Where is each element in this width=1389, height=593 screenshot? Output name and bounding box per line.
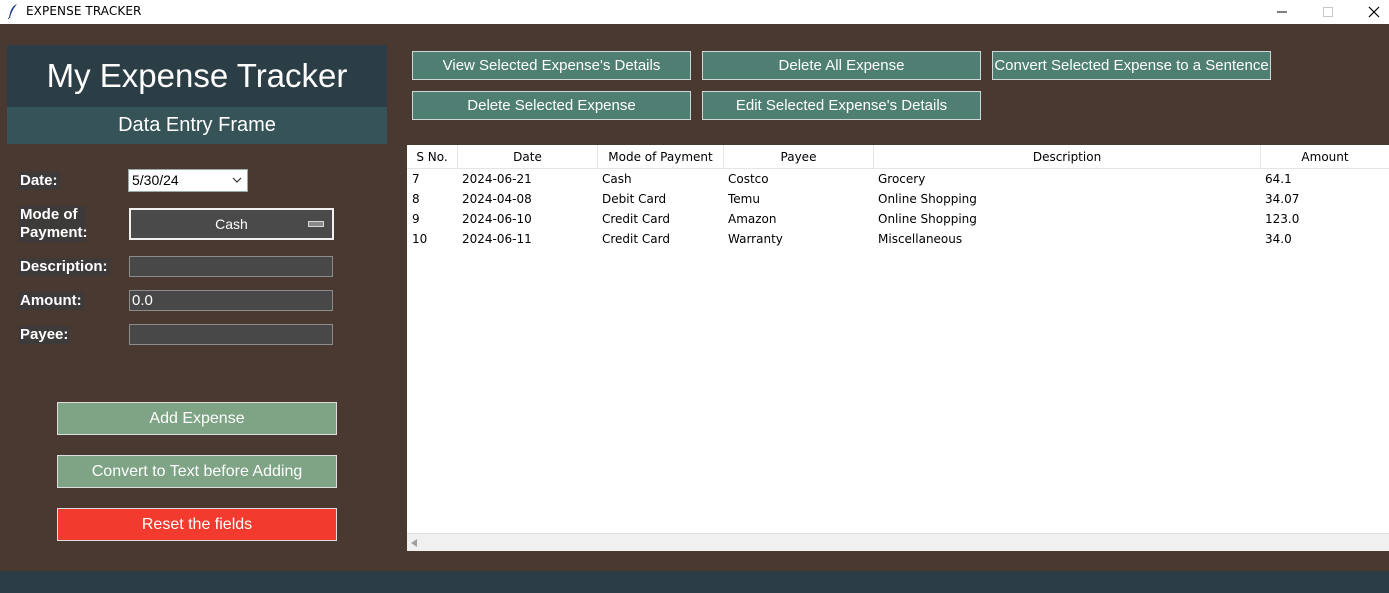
cell-payee: Temu xyxy=(728,192,760,206)
maximize-button[interactable] xyxy=(1305,0,1351,24)
cell-amount: 64.1 xyxy=(1265,172,1292,186)
view-details-button[interactable]: View Selected Expense's Details xyxy=(412,51,691,80)
window-title: EXPENSE TRACKER xyxy=(26,4,142,18)
cell-date: 2024-06-21 xyxy=(462,172,532,186)
cell-date: 2024-06-10 xyxy=(462,212,532,226)
status-bar xyxy=(0,571,1389,593)
cell-sno: 9 xyxy=(412,212,420,226)
mode-of-payment-value: Cash xyxy=(215,216,248,232)
column-header-mode[interactable]: Mode of Payment xyxy=(598,145,724,169)
cell-payee: Costco xyxy=(728,172,769,186)
column-header-amount[interactable]: Amount xyxy=(1261,145,1389,169)
cell-sno: 8 xyxy=(412,192,420,206)
table-body: 7 2024-06-21 Cash Costco Grocery 64.1 8 … xyxy=(407,169,1389,249)
cell-date: 2024-04-08 xyxy=(462,192,532,206)
description-label: Description: xyxy=(18,258,110,276)
add-expense-button[interactable]: Add Expense xyxy=(57,402,337,435)
minimize-button[interactable] xyxy=(1259,0,1305,24)
edit-details-button[interactable]: Edit Selected Expense's Details xyxy=(702,91,981,120)
description-field[interactable] xyxy=(129,256,333,277)
table-row[interactable]: 9 2024-06-10 Credit Card Amazon Online S… xyxy=(407,209,1389,229)
cell-mode: Debit Card xyxy=(602,192,667,206)
date-value: 5/30/24 xyxy=(132,172,179,188)
cell-description: Grocery xyxy=(878,172,926,186)
cell-mode: Credit Card xyxy=(602,212,670,226)
column-header-payee[interactable]: Payee xyxy=(724,145,874,169)
close-icon xyxy=(1368,6,1380,18)
cell-description: Online Shopping xyxy=(878,192,977,206)
column-header-date[interactable]: Date xyxy=(458,145,598,169)
cell-description: Online Shopping xyxy=(878,212,977,226)
expense-table[interactable]: S No. Date Mode of Payment Payee Descrip… xyxy=(407,145,1389,551)
mode-of-payment-label: Mode of Payment: xyxy=(18,206,88,242)
convert-to-sentence-button[interactable]: Convert Selected Expense to a Sentence xyxy=(992,51,1271,80)
cell-payee: Amazon xyxy=(728,212,777,226)
close-button[interactable] xyxy=(1351,0,1389,24)
date-picker[interactable]: 5/30/24 xyxy=(128,169,248,192)
payee-label: Payee: xyxy=(18,326,71,344)
scroll-left-icon[interactable] xyxy=(411,539,417,547)
mode-of-payment-menu[interactable]: Cash xyxy=(129,208,334,240)
column-header-sno[interactable]: S No. xyxy=(407,145,458,169)
data-entry-frame-title: Data Entry Frame xyxy=(7,107,387,144)
horizontal-scrollbar[interactable] xyxy=(407,533,1389,551)
date-label: Date: xyxy=(18,172,60,190)
cell-description: Miscellaneous xyxy=(878,232,963,246)
chevron-down-icon[interactable] xyxy=(232,173,242,187)
maximize-icon xyxy=(1323,7,1333,17)
cell-mode: Cash xyxy=(602,172,632,186)
table-row[interactable]: 8 2024-04-08 Debit Card Temu Online Shop… xyxy=(407,189,1389,209)
cell-payee: Warranty xyxy=(728,232,783,246)
option-menu-indicator-icon xyxy=(308,221,324,227)
cell-amount: 34.0 xyxy=(1265,232,1292,246)
minimize-icon xyxy=(1277,11,1287,13)
table-row[interactable]: 7 2024-06-21 Cash Costco Grocery 64.1 xyxy=(407,169,1389,189)
payee-field[interactable] xyxy=(129,324,333,345)
delete-selected-button[interactable]: Delete Selected Expense xyxy=(412,91,691,120)
delete-all-button[interactable]: Delete All Expense xyxy=(702,51,981,80)
convert-to-text-button[interactable]: Convert to Text before Adding xyxy=(57,455,337,488)
cell-sno: 10 xyxy=(412,232,428,246)
app-heading: My Expense Tracker xyxy=(7,45,387,107)
table-header: S No. Date Mode of Payment Payee Descrip… xyxy=(407,145,1389,169)
amount-field[interactable]: 0.0 xyxy=(129,290,333,311)
feather-icon xyxy=(7,4,17,19)
amount-label: Amount: xyxy=(18,292,84,310)
cell-amount: 123.0 xyxy=(1265,212,1300,226)
reset-fields-button[interactable]: Reset the fields xyxy=(57,508,337,541)
column-header-description[interactable]: Description xyxy=(874,145,1261,169)
table-row[interactable]: 10 2024-06-11 Credit Card Warranty Misce… xyxy=(407,229,1389,249)
title-bar: EXPENSE TRACKER xyxy=(0,0,1389,24)
cell-mode: Credit Card xyxy=(602,232,670,246)
cell-sno: 7 xyxy=(412,172,420,186)
cell-amount: 34.07 xyxy=(1265,192,1300,206)
cell-date: 2024-06-11 xyxy=(462,232,532,246)
